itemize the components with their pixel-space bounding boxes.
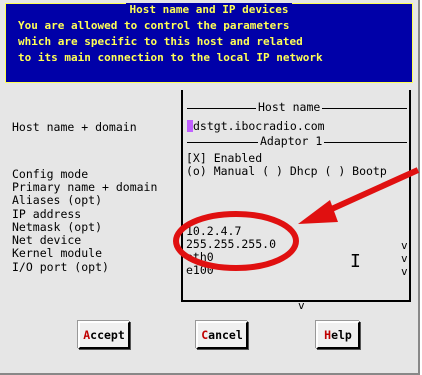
annotation-arrow-shaft [323, 167, 420, 215]
annotation-overlay [173, 167, 420, 271]
annotation-circle [173, 211, 299, 271]
config-dialog: Host name and IP devices You are allowed… [0, 0, 420, 375]
annotation-arrow-head [298, 200, 338, 224]
